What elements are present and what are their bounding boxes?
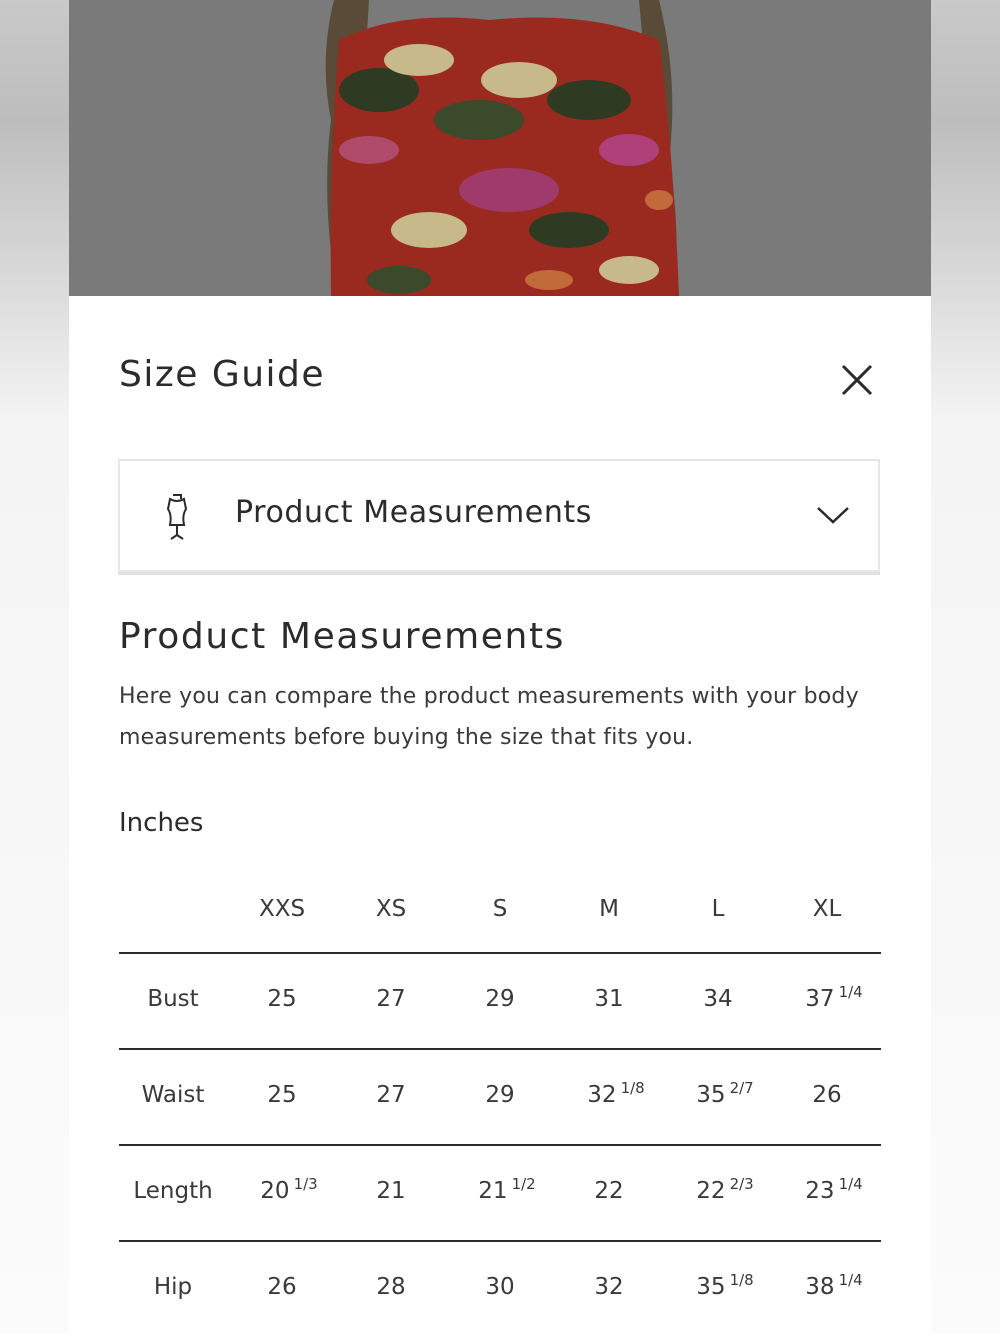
table-cell: 35 1/8 [665, 1271, 785, 1300]
table-cell: 25 [222, 1082, 342, 1108]
cell-whole: 21 [478, 1178, 508, 1204]
section-description: Here you can compare the product measure… [119, 684, 859, 750]
table-cell: 31 [549, 986, 669, 1012]
cell-fraction: 2/7 [729, 1079, 754, 1097]
row-divider [119, 952, 881, 954]
cell-whole: 34 [703, 986, 733, 1012]
cell-whole: 29 [485, 1082, 515, 1108]
table-cell: 26 [767, 1082, 887, 1108]
table-cell: 27 [331, 986, 451, 1012]
cell-fraction: 2/3 [729, 1175, 754, 1193]
cell-whole: 26 [812, 1082, 842, 1108]
column-header: M [599, 896, 619, 922]
table-cell: 21 [331, 1178, 451, 1204]
table-cell: 27 [331, 1082, 451, 1108]
table-cell: 29 [440, 1082, 560, 1108]
cell-whole: 25 [267, 986, 297, 1012]
cell-whole: 35 [696, 1274, 726, 1300]
cell-whole: 22 [696, 1178, 726, 1204]
table-cell: 22 2/3 [665, 1175, 785, 1204]
row-label: Bust [147, 986, 199, 1012]
cell-whole: 25 [267, 1082, 297, 1108]
column-header: XXS [258, 896, 306, 922]
measurement-type-select[interactable]: Product Measurements [118, 459, 880, 572]
table-cell: 23 1/4 [774, 1175, 894, 1204]
size-guide-modal: Size Guide Product Measurements Product … [69, 296, 931, 1333]
row-divider [119, 1048, 881, 1050]
cell-whole: 29 [485, 986, 515, 1012]
table-cell: 34 [658, 986, 778, 1012]
select-value: Product Measurements [235, 495, 593, 530]
column-header: L [711, 896, 725, 922]
section-title: Product Measurements [119, 616, 566, 657]
cell-whole: 20 [260, 1178, 290, 1204]
cell-whole: 32 [587, 1082, 617, 1108]
cell-whole: 27 [376, 986, 406, 1012]
cell-whole: 35 [696, 1082, 726, 1108]
cell-whole: 21 [376, 1178, 406, 1204]
cell-whole: 37 [805, 986, 835, 1012]
modal-title: Size Guide [119, 354, 326, 395]
cell-fraction: 1/8 [729, 1271, 754, 1289]
cell-whole: 22 [594, 1178, 624, 1204]
table-cell: 37 1/4 [774, 983, 894, 1012]
column-header: S [492, 896, 508, 922]
row-label: Length [133, 1178, 213, 1204]
cell-whole: 27 [376, 1082, 406, 1108]
cell-whole: 23 [805, 1178, 835, 1204]
cell-fraction: 1/4 [838, 983, 863, 1001]
dress-form-icon [160, 491, 194, 543]
table-cell: 29 [440, 986, 560, 1012]
row-label: Waist [141, 1082, 205, 1108]
table-cell: 28 [331, 1274, 451, 1300]
backdrop-right [931, 0, 1000, 1333]
product-photo [69, 0, 931, 296]
column-header: XS [375, 896, 407, 922]
chevron-down-icon [816, 503, 850, 527]
cell-fraction: 1/3 [293, 1175, 318, 1193]
cell-whole: 30 [485, 1274, 515, 1300]
row-divider [119, 1240, 881, 1242]
cell-whole: 32 [594, 1274, 624, 1300]
row-label: Hip [153, 1274, 193, 1300]
cell-fraction: 1/4 [838, 1271, 863, 1289]
cell-whole: 38 [805, 1274, 835, 1300]
column-header: XL [812, 896, 842, 922]
backdrop-left [0, 0, 69, 1333]
unit-label: Inches [119, 808, 204, 838]
table-cell: 38 1/4 [774, 1271, 894, 1300]
cell-fraction: 1/2 [511, 1175, 536, 1193]
table-cell: 30 [440, 1274, 560, 1300]
table-cell: 26 [222, 1274, 342, 1300]
table-cell: 22 [549, 1178, 669, 1204]
cell-whole: 28 [376, 1274, 406, 1300]
cell-whole: 26 [267, 1274, 297, 1300]
table-cell: 32 1/8 [556, 1079, 676, 1108]
cell-fraction: 1/4 [838, 1175, 863, 1193]
row-divider [119, 1144, 881, 1146]
table-cell: 25 [222, 986, 342, 1012]
close-icon[interactable] [835, 358, 879, 402]
table-cell: 32 [549, 1274, 669, 1300]
cell-whole: 31 [594, 986, 624, 1012]
cell-fraction: 1/8 [620, 1079, 645, 1097]
